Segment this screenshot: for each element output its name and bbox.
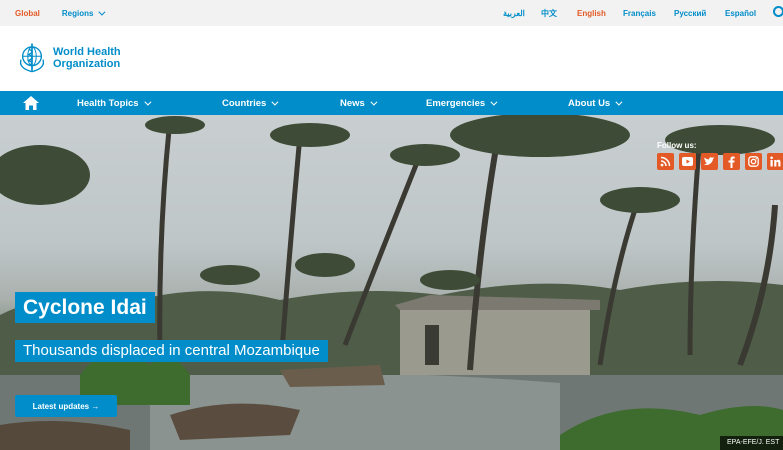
nav-countries[interactable]: Countries <box>222 91 279 115</box>
facebook-icon[interactable] <box>723 153 740 170</box>
chevron-down-icon <box>98 8 106 16</box>
logo-line-2: Organization <box>53 58 121 70</box>
global-link[interactable]: Global <box>15 9 40 18</box>
hero-banner: Follow us: Cyclone Idai Thousands displa… <box>0 115 783 450</box>
chevron-down-icon <box>490 98 498 106</box>
hero-subtitle[interactable]: Thousands displaced in central Mozambiqu… <box>15 340 328 362</box>
main-nav: Health Topics Countries News Emergencies… <box>0 91 783 115</box>
lang-arabic[interactable]: العربية <box>503 0 525 26</box>
instagram-icon[interactable] <box>745 153 762 170</box>
nav-about-us[interactable]: About Us <box>568 91 623 115</box>
nav-news[interactable]: News <box>340 91 378 115</box>
photo-credit: EPA-EFE/J. EST <box>720 436 783 450</box>
nav-label: About Us <box>568 97 611 109</box>
follow-us-label: Follow us: <box>657 141 697 150</box>
logo-line-1: World Health <box>53 46 121 58</box>
nav-label: Emergencies <box>426 97 486 109</box>
nav-label: Health Topics <box>77 97 139 109</box>
search-icon[interactable] <box>773 6 783 17</box>
regions-dropdown[interactable]: Regions <box>61 8 106 18</box>
linkedin-icon[interactable] <box>767 153 783 170</box>
hero-title[interactable]: Cyclone Idai <box>15 292 155 323</box>
home-icon[interactable] <box>22 95 40 111</box>
rss-icon[interactable] <box>657 153 674 170</box>
chevron-down-icon <box>370 98 378 106</box>
chevron-down-icon <box>615 98 623 106</box>
youtube-icon[interactable] <box>679 153 696 170</box>
who-emblem-icon <box>19 43 45 73</box>
lang-spanish[interactable]: Español <box>725 0 756 26</box>
header: World Health Organization <box>0 26 783 91</box>
who-logo[interactable]: World Health Organization <box>15 41 121 75</box>
nav-label: Countries <box>222 97 267 109</box>
chevron-down-icon <box>271 98 279 106</box>
nav-health-topics[interactable]: Health Topics <box>77 91 152 115</box>
twitter-icon[interactable] <box>701 153 718 170</box>
lang-english[interactable]: English <box>577 0 606 26</box>
chevron-down-icon <box>143 98 152 106</box>
regions-label: Regions <box>61 8 94 18</box>
nav-emergencies[interactable]: Emergencies <box>426 91 498 115</box>
language-bar: Global Regions العربية 中文 English França… <box>0 0 783 26</box>
lang-french[interactable]: Français <box>623 0 656 26</box>
lang-chinese[interactable]: 中文 <box>541 0 557 26</box>
lang-russian[interactable]: Русский <box>674 0 706 26</box>
latest-updates-button[interactable]: Latest updates → <box>15 395 117 417</box>
nav-label: News <box>340 97 365 109</box>
